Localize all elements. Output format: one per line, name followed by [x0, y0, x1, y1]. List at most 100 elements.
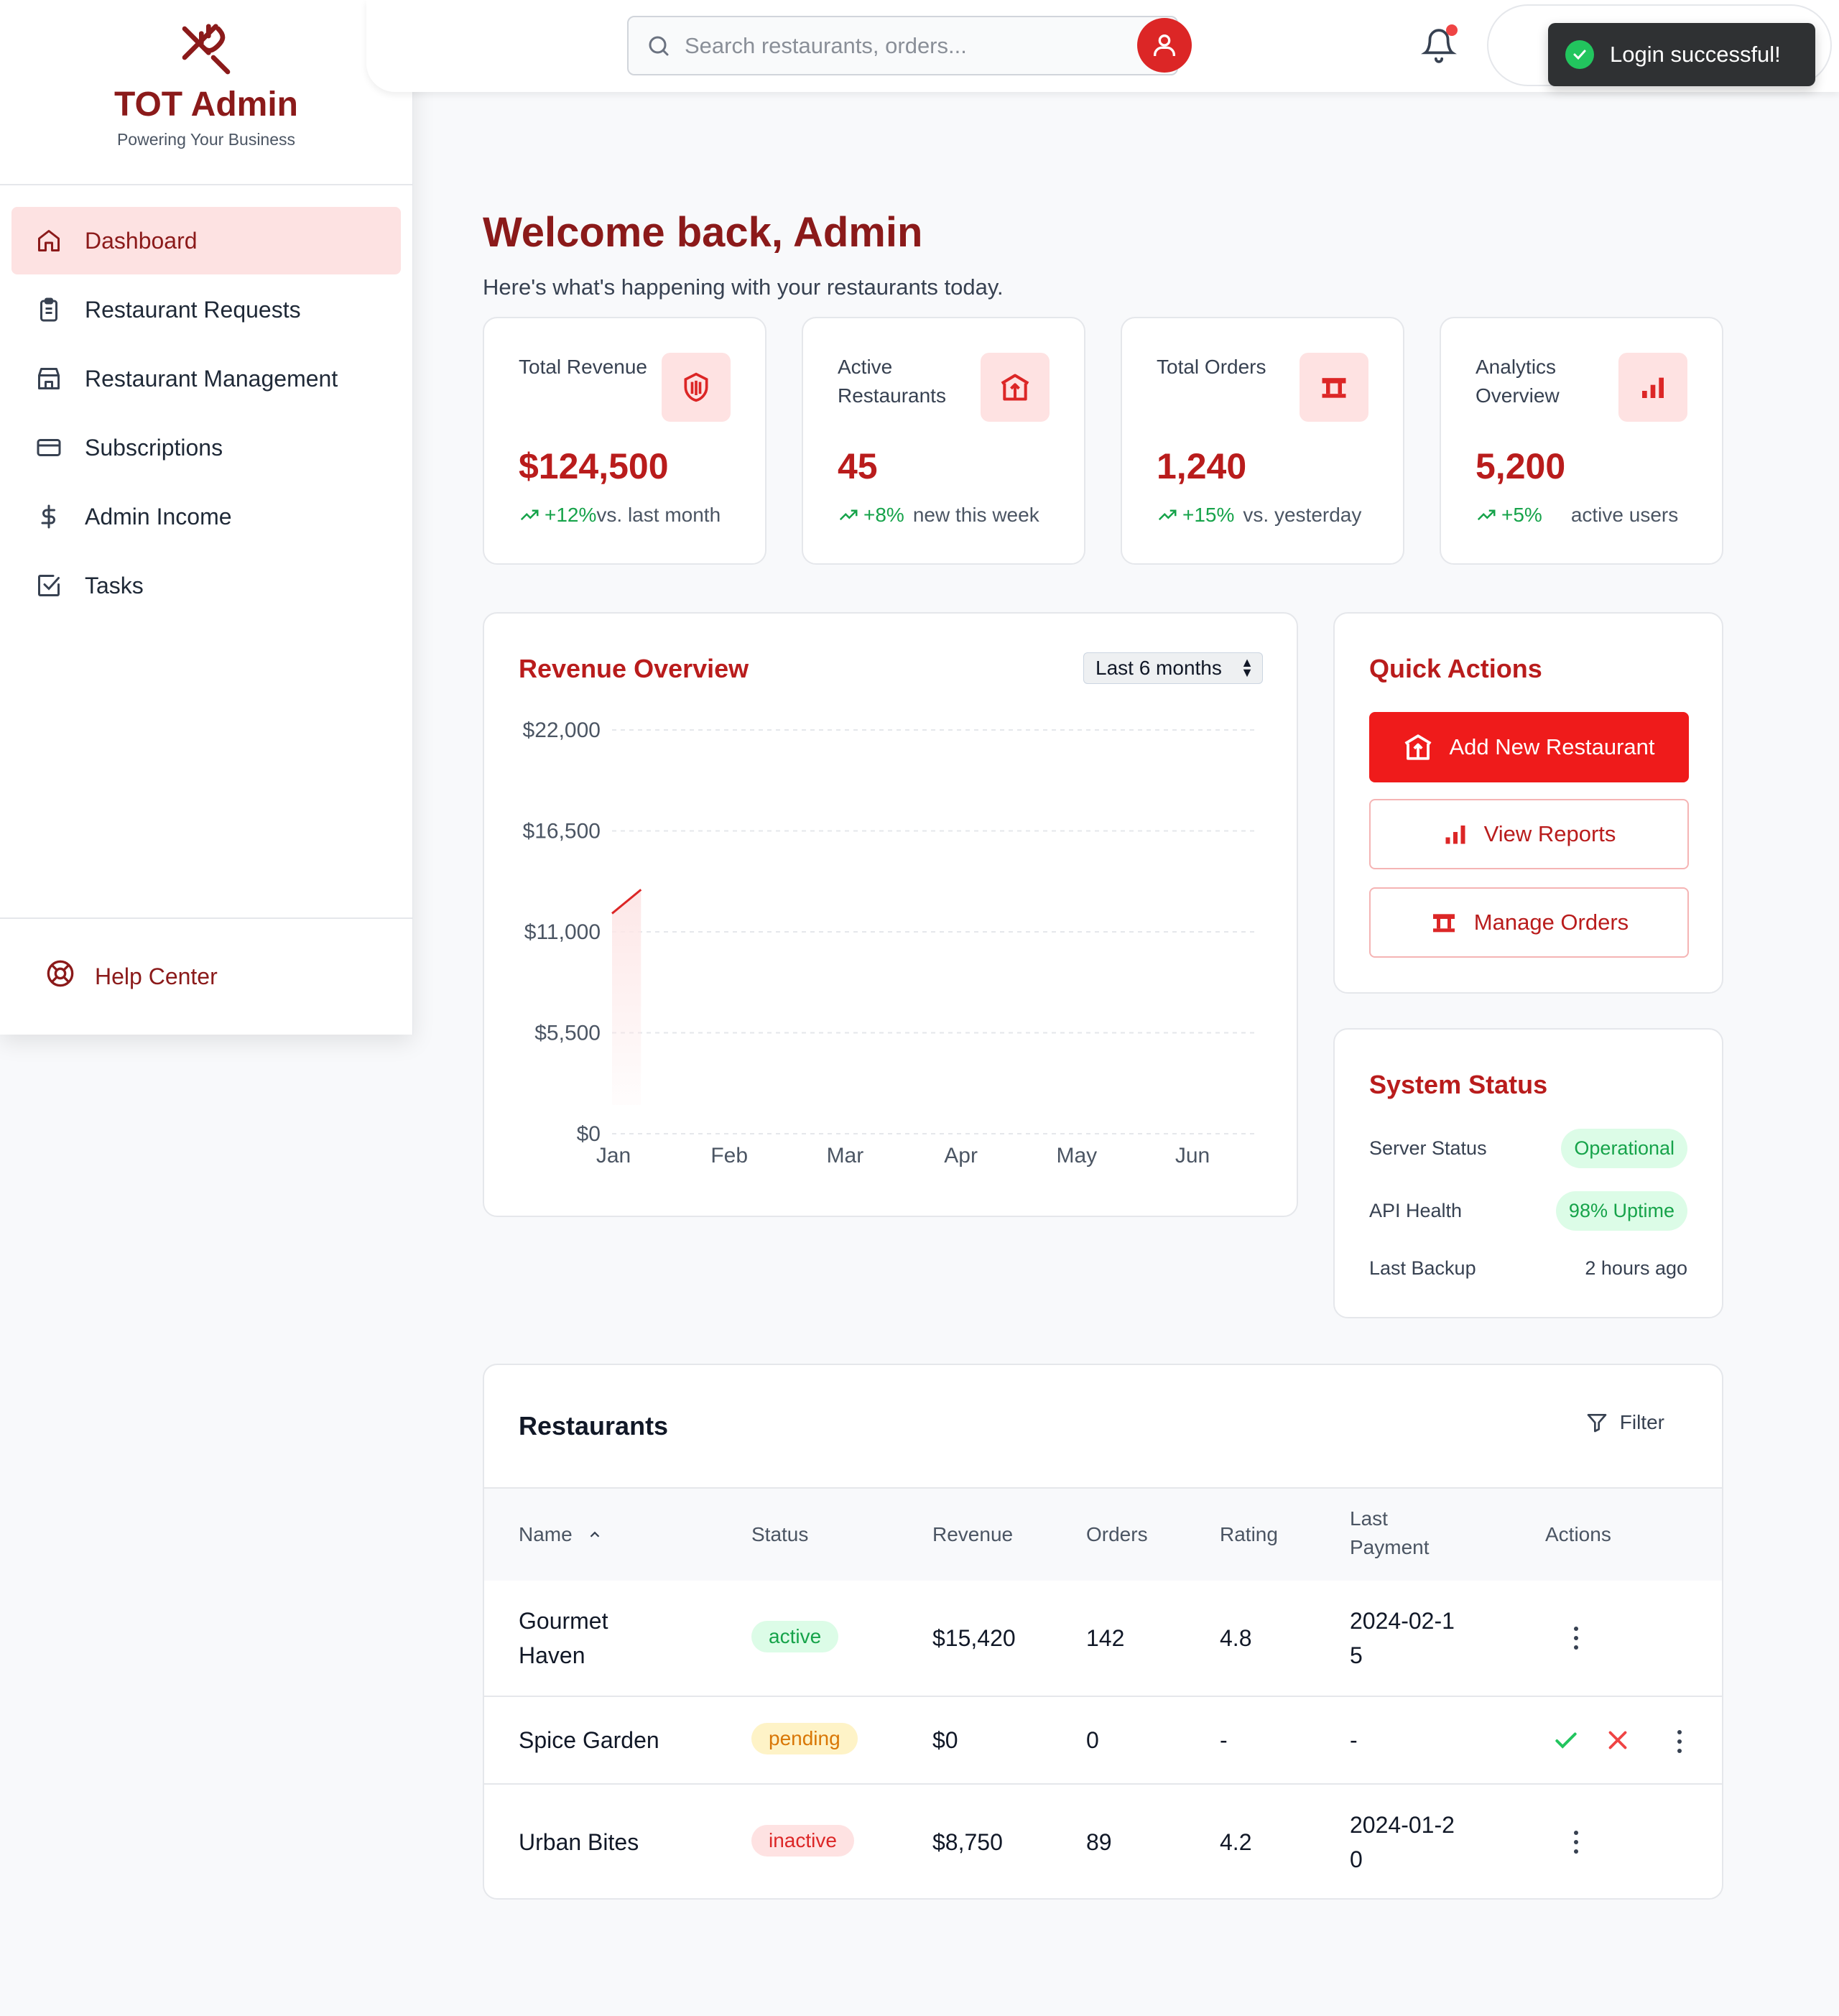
- button-label: Manage Orders: [1473, 910, 1629, 935]
- cell-last-payment: 2024-02-15: [1350, 1608, 1455, 1668]
- status-badge: active: [751, 1621, 839, 1652]
- status-row-backup: Last Backup 2 hours ago: [1369, 1247, 1687, 1290]
- view-reports-button[interactable]: View Reports: [1369, 799, 1689, 869]
- search-input[interactable]: [685, 32, 1159, 59]
- table-icon: [1300, 353, 1368, 422]
- stat-change-desc: active users: [1570, 504, 1679, 526]
- trending-up-icon: [520, 509, 539, 521]
- y-tick-label: $11,000: [524, 920, 601, 944]
- table-row: Gourmet Haven active $15,420 142 4.8 202…: [484, 1581, 1722, 1696]
- sidebar-item-label: Restaurant Requests: [85, 296, 301, 323]
- trending-up-icon: [1158, 509, 1177, 521]
- stat-value: 45: [838, 446, 878, 486]
- sidebar-nav: Dashboard Restaurant Requests Restaurant…: [0, 185, 412, 619]
- y-tick-label: $16,500: [523, 820, 601, 843]
- page-title: Welcome back, Admin: [483, 209, 923, 256]
- sidebar-item-label: Admin Income: [85, 503, 232, 530]
- brand-title: TOT Admin: [114, 85, 298, 124]
- stat-card-analytics: Analytics Overview 5,200 +5% active users: [1440, 317, 1723, 565]
- home-icon: [34, 226, 63, 255]
- sidebar-item-tasks[interactable]: Tasks: [11, 552, 401, 619]
- status-badge: Operational: [1561, 1128, 1687, 1168]
- cell-orders: 142: [1086, 1625, 1125, 1651]
- clipboard-icon: [34, 295, 63, 324]
- trending-up-icon: [1477, 509, 1496, 521]
- system-status-title: System Status: [1369, 1070, 1548, 1099]
- credit-card-icon: [34, 433, 63, 462]
- x-tick-label: Jan: [596, 1144, 631, 1167]
- sidebar-footer: Help Center: [0, 917, 412, 1034]
- help-center-link[interactable]: Help Center: [0, 919, 412, 1034]
- cell-revenue: $8,750: [932, 1829, 1003, 1855]
- search-icon: [649, 36, 669, 55]
- more-vertical-icon[interactable]: [1565, 1624, 1587, 1652]
- sidebar-item-restaurant-management[interactable]: Restaurant Management: [11, 345, 401, 412]
- stat-change-percent: +8%: [863, 504, 904, 526]
- brand: TOT Admin Powering Your Business: [0, 0, 412, 185]
- stat-label: Analytics Overview: [1476, 356, 1560, 407]
- cell-last-payment: -: [1350, 1727, 1358, 1753]
- quick-actions-card: Quick Actions Add New Restaurant View Re…: [1333, 612, 1723, 994]
- table-icon: [1430, 908, 1458, 937]
- cell-rating: -: [1220, 1727, 1228, 1753]
- lifebuoy-icon: [46, 959, 75, 994]
- column-name[interactable]: Name: [519, 1520, 603, 1549]
- approve-check-icon[interactable]: [1552, 1727, 1580, 1754]
- button-label: Add New Restaurant: [1449, 734, 1655, 759]
- sidebar-item-label: Restaurant Management: [85, 365, 338, 392]
- cell-name: Spice Garden: [519, 1727, 659, 1753]
- avatar[interactable]: [1137, 18, 1192, 73]
- table-title: Restaurants: [519, 1411, 669, 1441]
- stat-change-desc: new this week: [912, 504, 1039, 526]
- toast-notification: Login successful!: [1548, 23, 1815, 86]
- sidebar-item-admin-income[interactable]: Admin Income: [11, 483, 401, 550]
- revenue-chart: $0 $5,500 $11,000 $16,500 $22,000 Jan Feb Mar Ap…: [523, 718, 1254, 1167]
- bar-chart-icon: [1618, 353, 1687, 422]
- cell-name: Urban Bites: [519, 1829, 639, 1855]
- sidebar-item-label: Tasks: [85, 572, 144, 598]
- y-tick-label: $22,000: [523, 718, 601, 742]
- cell-rating: 4.2: [1220, 1829, 1252, 1855]
- cell-rating: 4.8: [1220, 1625, 1252, 1651]
- stat-value: $124,500: [519, 446, 669, 486]
- manage-orders-button[interactable]: Manage Orders: [1369, 887, 1689, 958]
- y-tick-label: $0: [577, 1122, 601, 1146]
- x-tick-label: Jun: [1175, 1144, 1210, 1167]
- search-box[interactable]: [627, 16, 1178, 75]
- sidebar-item-label: Dashboard: [85, 227, 198, 254]
- toast-message: Login successful!: [1610, 42, 1781, 67]
- more-vertical-icon[interactable]: [1669, 1727, 1690, 1756]
- cell-revenue: $0: [932, 1727, 958, 1753]
- column-status: Status: [751, 1523, 809, 1545]
- revenue-overview-card: Revenue Overview Last 6 months ▲ ▼ $0 $5,5…: [483, 612, 1298, 1217]
- stat-change: +12% vs. last month: [519, 504, 721, 527]
- status-value: 2 hours ago: [1585, 1257, 1687, 1279]
- sidebar-item-dashboard[interactable]: Dashboard: [11, 207, 401, 274]
- bar-chart-icon: [1442, 821, 1468, 847]
- stat-card-orders: Total Orders 1,240 +15% vs. yesterday: [1121, 317, 1404, 565]
- column-rating: Rating: [1220, 1523, 1278, 1545]
- status-badge: inactive: [751, 1825, 854, 1857]
- restaurant-icon: [981, 353, 1050, 422]
- x-tick-label: Feb: [710, 1144, 748, 1167]
- stat-card-restaurants: Active Restaurants 45 +8% new this week: [802, 317, 1085, 565]
- x-tick-label: May: [1056, 1144, 1097, 1167]
- sidebar-item-restaurant-requests[interactable]: Restaurant Requests: [11, 276, 401, 343]
- status-label: Server Status: [1369, 1137, 1487, 1159]
- store-icon: [34, 364, 63, 393]
- status-badge: 98% Uptime: [1555, 1190, 1687, 1231]
- restaurants-table-card: Restaurants Filter Name Status Revenue O…: [483, 1364, 1723, 1900]
- restaurant-icon: [1403, 732, 1433, 762]
- filter-button[interactable]: Filter: [1585, 1411, 1664, 1434]
- status-label: Last Backup: [1369, 1257, 1476, 1279]
- sidebar-item-subscriptions[interactable]: Subscriptions: [11, 414, 401, 481]
- add-restaurant-button[interactable]: Add New Restaurant: [1369, 712, 1689, 782]
- more-vertical-icon[interactable]: [1565, 1828, 1587, 1857]
- sidebar: TOT Admin Powering Your Business Dashboa…: [0, 0, 413, 1035]
- status-label: API Health: [1369, 1199, 1463, 1221]
- reject-x-icon[interactable]: [1605, 1727, 1631, 1753]
- notification-dot: [1446, 24, 1458, 36]
- filter-label: Filter: [1619, 1411, 1664, 1433]
- x-tick-label: Apr: [944, 1144, 978, 1167]
- status-row-api: API Health 98% Uptime: [1369, 1189, 1687, 1232]
